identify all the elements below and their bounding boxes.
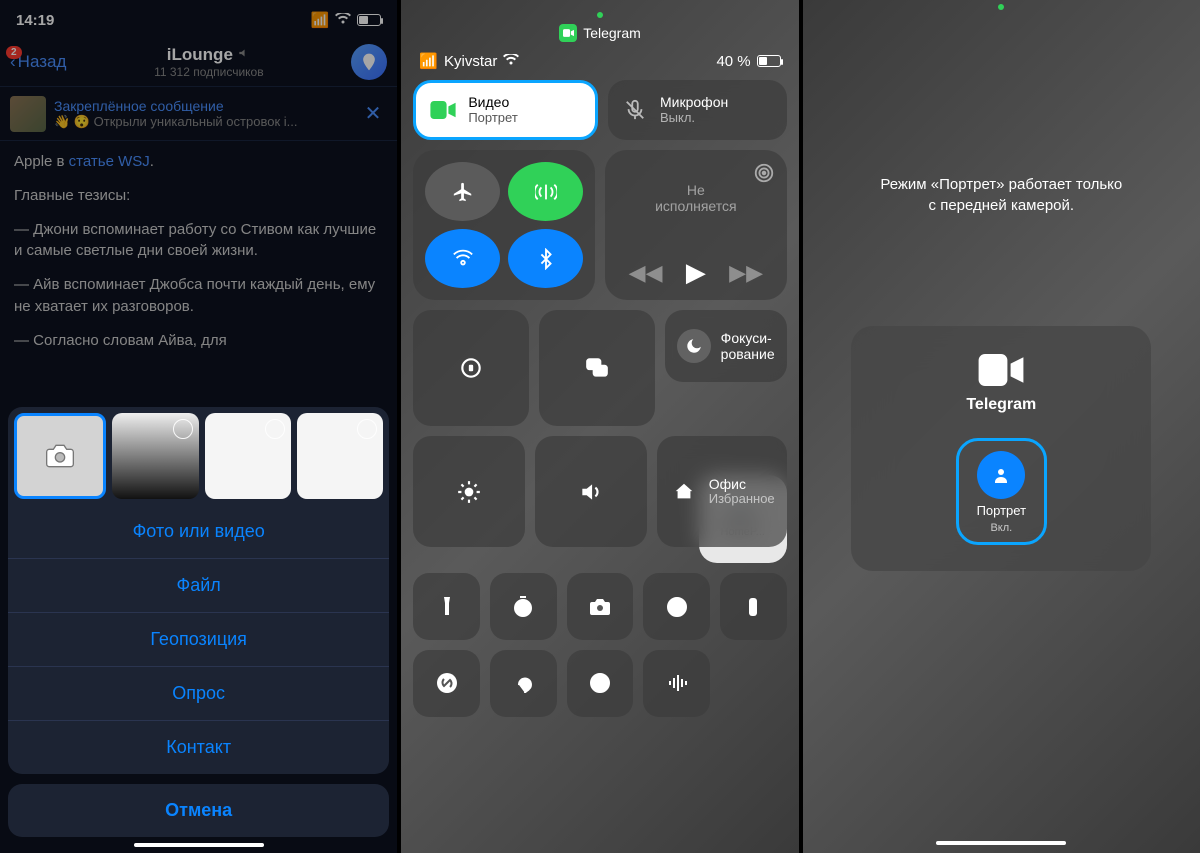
video-icon [559, 24, 577, 42]
video-effects-popup: Telegram Портрет Вкл. [851, 326, 1151, 571]
portrait-toggle[interactable]: Портрет Вкл. [956, 438, 1047, 545]
camera-active-dot [998, 4, 1004, 10]
menu-location[interactable]: Геопозиция [8, 612, 389, 666]
home-indicator[interactable] [936, 841, 1066, 845]
attachment-sheet: Фото или видео Файл Геопозиция Опрос Кон… [8, 407, 389, 847]
airplane-toggle[interactable] [425, 162, 500, 221]
app-name: Telegram [583, 25, 641, 41]
active-app-pill[interactable]: Telegram [559, 24, 641, 42]
camera-button[interactable] [14, 413, 106, 499]
battery-pct: 40 % [716, 53, 750, 70]
wifi-icon [503, 53, 519, 70]
home-icon [669, 477, 699, 507]
play-button[interactable]: ▶ [686, 257, 706, 288]
video-icon [978, 354, 1024, 386]
popup-app-name: Telegram [966, 396, 1036, 414]
moon-icon [677, 329, 711, 363]
portrait-note: Режим «Портрет» работает только с передн… [860, 174, 1142, 216]
flashlight-tile[interactable] [413, 573, 480, 640]
mic-mode-tile[interactable]: Микрофон Выкл. [608, 80, 787, 140]
media-controls: ◀◀ ▶ ▶▶ [617, 257, 775, 288]
focus-tile[interactable]: Фокуси- рование [665, 310, 787, 382]
menu-poll[interactable]: Опрос [8, 666, 389, 720]
battery-icon [757, 55, 781, 67]
camera-tile[interactable] [567, 573, 634, 640]
next-track-button[interactable]: ▶▶ [729, 260, 763, 286]
rotation-lock-tile[interactable] [413, 310, 529, 426]
media-thumbnails [8, 407, 389, 505]
wifi-toggle[interactable] [425, 229, 500, 288]
screenshot-portrait-popup: Режим «Портрет» работает только с передн… [803, 0, 1200, 853]
carrier-label: Kyivstar [444, 53, 497, 70]
now-playing-label: Не исполняется [617, 182, 775, 214]
timer-tile[interactable] [490, 573, 557, 640]
screen-mirroring-tile[interactable] [539, 310, 655, 426]
menu-contact[interactable]: Контакт [8, 720, 389, 774]
home-indicator[interactable] [134, 843, 264, 847]
voice-memo-tile[interactable] [643, 650, 710, 717]
cellular-toggle[interactable] [508, 162, 583, 221]
menu-file[interactable]: Файл [8, 558, 389, 612]
empty-tile [720, 650, 787, 717]
shazam-tile[interactable] [413, 650, 480, 717]
portrait-icon [977, 451, 1025, 499]
camera-active-dot [597, 12, 603, 18]
quick-action-row [413, 573, 786, 640]
screen-record-tile[interactable] [643, 573, 710, 640]
apple-tv-remote-tile[interactable] [720, 573, 787, 640]
signal-icon: 📶 [419, 52, 438, 70]
toggle-state: Вкл. [990, 522, 1012, 534]
quick-action-row-2 [413, 650, 786, 717]
attachment-menu: Фото или видео Файл Геопозиция Опрос Кон… [8, 505, 389, 774]
media-tile[interactable]: Не исполняется ◀◀ ▶ ▶▶ [605, 150, 787, 300]
toggle-label: Портрет [977, 503, 1026, 518]
mic-off-icon [620, 95, 650, 125]
photo-thumb[interactable] [297, 413, 383, 499]
control-center: Видео Портрет Микрофон Выкл. [401, 80, 798, 717]
home-tile[interactable]: ОфисИзбранное [657, 436, 787, 548]
hearing-tile[interactable] [490, 650, 557, 717]
cancel-button[interactable]: Отмена [8, 784, 389, 837]
airplay-icon[interactable] [753, 162, 775, 184]
video-effects-tile[interactable]: Видео Портрет [413, 80, 598, 140]
connectivity-tile[interactable] [413, 150, 595, 300]
video-icon [428, 95, 458, 125]
cc-status-bar: 📶 Kyivstar 40 % [401, 52, 798, 80]
photo-thumb[interactable] [205, 413, 291, 499]
screenshot-telegram-attach: 14:19 📶 2 ‹ Назад iLounge 11 312 подписч… [0, 0, 397, 853]
bluetooth-toggle[interactable] [508, 229, 583, 288]
menu-photo-video[interactable]: Фото или видео [8, 505, 389, 558]
photo-thumb[interactable] [112, 413, 198, 499]
quick-note-tile[interactable] [567, 650, 634, 717]
screenshot-control-center: Telegram 📶 Kyivstar 40 % Видео Портрет [401, 0, 798, 853]
prev-track-button[interactable]: ◀◀ [629, 260, 663, 286]
